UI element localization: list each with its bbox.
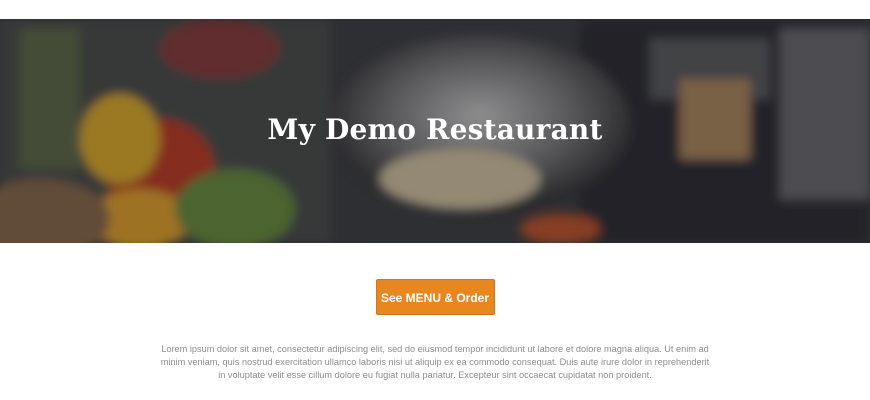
cta-container: See MENU & Order: [0, 279, 870, 315]
intro-paragraph: Lorem ipsum dolor sit amet, consectetur …: [160, 344, 710, 381]
hero-banner: My Demo Restaurant: [0, 19, 870, 243]
see-menu-order-button[interactable]: See MENU & Order: [375, 279, 495, 315]
page-title: My Demo Restaurant: [267, 113, 603, 146]
top-strip: [0, 0, 870, 19]
